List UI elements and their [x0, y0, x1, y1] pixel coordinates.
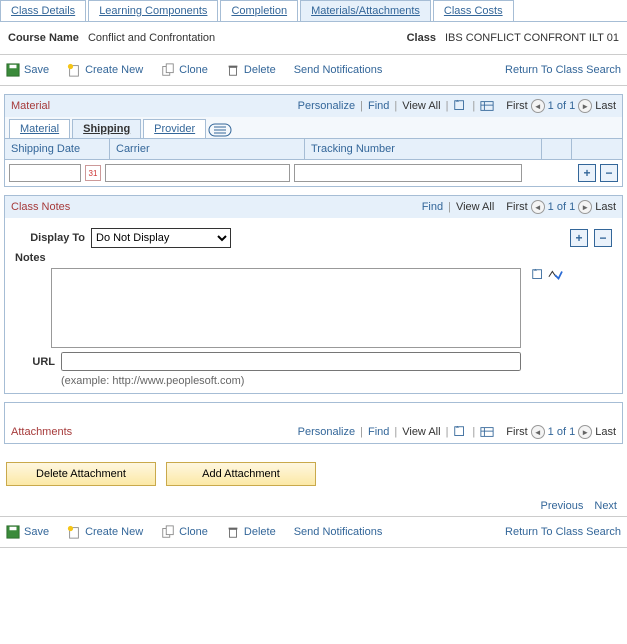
- notes-view-all-link[interactable]: View All: [456, 201, 494, 213]
- material-next-button[interactable]: ►: [578, 99, 592, 113]
- add-row-button[interactable]: +: [578, 164, 596, 182]
- col-shipping-date[interactable]: Shipping Date: [5, 139, 110, 159]
- previous-link[interactable]: Previous: [541, 500, 584, 512]
- carrier-input[interactable]: [105, 164, 290, 182]
- attachments-title: Attachments: [11, 426, 72, 438]
- material-first-link[interactable]: First: [506, 100, 527, 112]
- send-notifications-link-bottom[interactable]: Send Notifications: [294, 526, 383, 538]
- class-value: IBS CONFLICT CONFRONT ILT 01: [445, 32, 619, 44]
- footer-nav: Previous Next: [0, 496, 627, 516]
- material-personalize-link[interactable]: Personalize: [298, 100, 355, 112]
- material-grid-header: Shipping Date Carrier Tracking Number: [5, 139, 622, 160]
- save-button-bottom[interactable]: Save: [6, 525, 49, 539]
- action-toolbar: Save Create New Clone Delete Send Notifi…: [0, 55, 627, 86]
- notes-add-row-button[interactable]: +: [570, 229, 588, 247]
- notes-first-link[interactable]: First: [506, 201, 527, 213]
- col-tracking[interactable]: Tracking Number: [305, 139, 542, 159]
- send-notifications-link[interactable]: Send Notifications: [294, 64, 383, 76]
- col-carrier[interactable]: Carrier: [110, 139, 305, 159]
- url-hint: (example: http://www.peoplesoft.com): [61, 375, 612, 387]
- material-subtabs: Material Shipping Provider: [5, 117, 622, 139]
- delete-attachment-button[interactable]: Delete Attachment: [6, 462, 156, 486]
- delete-button-bottom[interactable]: Delete: [226, 525, 276, 539]
- attach-find-link[interactable]: Find: [368, 426, 389, 438]
- next-link[interactable]: Next: [594, 500, 617, 512]
- class-label: Class: [407, 32, 436, 44]
- save-icon: [6, 63, 20, 77]
- notes-next-button[interactable]: ►: [578, 200, 592, 214]
- class-notes-section: Class Notes Find | View All First ◄ 1 of…: [4, 195, 623, 394]
- notes-count: 1 of 1: [548, 201, 576, 213]
- attach-personalize-link[interactable]: Personalize: [298, 426, 355, 438]
- attach-grid-icon[interactable]: [480, 425, 494, 439]
- subtab-shipping[interactable]: Shipping: [72, 119, 141, 138]
- attachments-section: Attachments Personalize | Find | View Al…: [4, 402, 623, 444]
- create-new-icon: [67, 63, 81, 77]
- tracking-input[interactable]: [294, 164, 522, 182]
- show-all-columns-icon[interactable]: [208, 122, 236, 138]
- attach-zoom-icon[interactable]: [453, 425, 467, 439]
- action-toolbar-bottom: Save Create New Clone Delete Send Notifi…: [0, 516, 627, 548]
- attachment-buttons: Delete Attachment Add Attachment: [0, 452, 627, 496]
- tab-class-costs[interactable]: Class Costs: [433, 0, 514, 21]
- notes-last-link[interactable]: Last: [595, 201, 616, 213]
- class-header: Course Name Conflict and Confrontation C…: [0, 22, 627, 55]
- material-find-link[interactable]: Find: [368, 100, 389, 112]
- course-name-value: Conflict and Confrontation: [88, 32, 215, 44]
- clone-button[interactable]: Clone: [161, 63, 208, 77]
- class-notes-title: Class Notes: [11, 201, 70, 213]
- create-new-button-bottom[interactable]: Create New: [67, 525, 143, 539]
- page-tabs: Class Details Learning Components Comple…: [0, 0, 627, 22]
- grid-icon[interactable]: [480, 99, 494, 113]
- url-input[interactable]: [61, 352, 521, 371]
- attach-view-all-link[interactable]: View All: [402, 426, 440, 438]
- trash-icon: [226, 63, 240, 77]
- tab-materials-attachments[interactable]: Materials/Attachments: [300, 0, 431, 21]
- return-to-class-search-link[interactable]: Return To Class Search: [505, 64, 621, 76]
- attach-prev-button[interactable]: ◄: [531, 425, 545, 439]
- attach-first-link[interactable]: First: [506, 426, 527, 438]
- spellcheck-icon[interactable]: [547, 268, 563, 282]
- material-title: Material: [11, 100, 50, 112]
- notes-find-link[interactable]: Find: [422, 201, 443, 213]
- tab-completion[interactable]: Completion: [220, 0, 298, 21]
- material-view-all-link[interactable]: View All: [402, 100, 440, 112]
- zoom-icon[interactable]: [453, 99, 467, 113]
- tab-class-details[interactable]: Class Details: [0, 0, 86, 21]
- create-new-icon: [67, 525, 81, 539]
- attach-next-button[interactable]: ►: [578, 425, 592, 439]
- attach-last-link[interactable]: Last: [595, 426, 616, 438]
- attach-count: 1 of 1: [548, 426, 576, 438]
- notes-prev-button[interactable]: ◄: [531, 200, 545, 214]
- tab-learning-components[interactable]: Learning Components: [88, 0, 218, 21]
- material-count: 1 of 1: [548, 100, 576, 112]
- display-to-select[interactable]: Do Not Display: [91, 228, 231, 248]
- shipping-date-input[interactable]: [9, 164, 81, 182]
- save-icon: [6, 525, 20, 539]
- save-button[interactable]: Save: [6, 63, 49, 77]
- add-attachment-button[interactable]: Add Attachment: [166, 462, 316, 486]
- calendar-icon[interactable]: 31: [85, 165, 101, 181]
- course-name-label: Course Name: [8, 32, 79, 44]
- trash-icon: [226, 525, 240, 539]
- material-last-link[interactable]: Last: [595, 100, 616, 112]
- subtab-material[interactable]: Material: [9, 119, 70, 138]
- notes-delete-row-button[interactable]: −: [594, 229, 612, 247]
- delete-row-button[interactable]: −: [600, 164, 618, 182]
- clone-icon: [161, 525, 175, 539]
- url-label: URL: [15, 356, 55, 368]
- material-prev-button[interactable]: ◄: [531, 99, 545, 113]
- clone-icon: [161, 63, 175, 77]
- notes-textarea[interactable]: [51, 268, 521, 348]
- clone-button-bottom[interactable]: Clone: [161, 525, 208, 539]
- subtab-provider[interactable]: Provider: [143, 119, 206, 138]
- delete-button[interactable]: Delete: [226, 63, 276, 77]
- notes-label: Notes: [15, 252, 55, 264]
- material-section: Material Personalize | Find | View All |…: [4, 94, 623, 187]
- return-to-class-search-link-bottom[interactable]: Return To Class Search: [505, 526, 621, 538]
- material-grid-row: 31 + −: [5, 160, 622, 186]
- zoom-notes-icon[interactable]: [531, 268, 545, 282]
- display-to-label: Display To: [15, 232, 85, 244]
- create-new-button[interactable]: Create New: [67, 63, 143, 77]
